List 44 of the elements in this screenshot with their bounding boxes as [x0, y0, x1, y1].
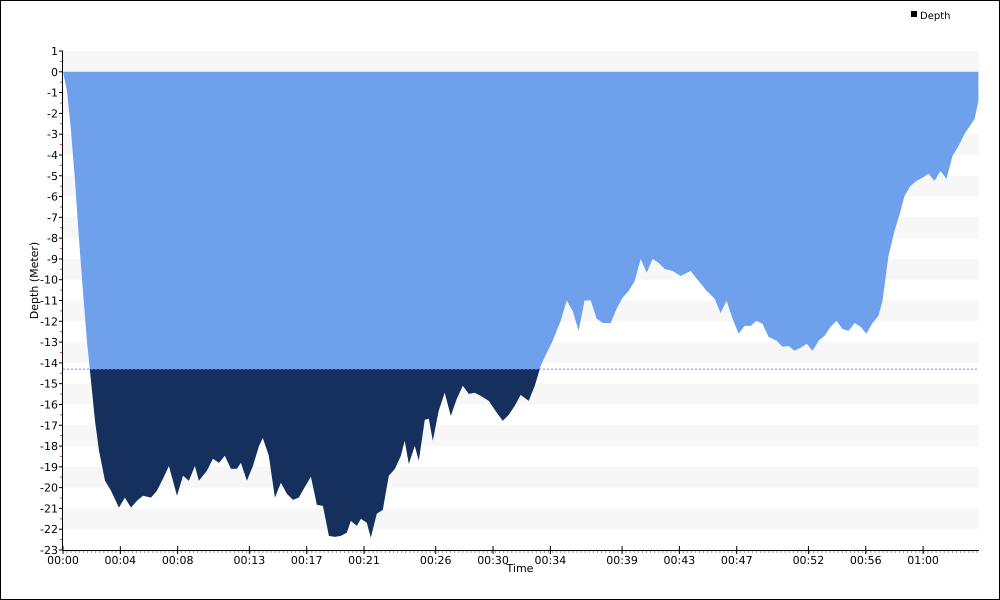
axis-tick-label: 00:21 [348, 554, 380, 567]
axis-tick-label: 00:00 [47, 554, 79, 567]
axis-tick-label: -8 [47, 232, 58, 246]
y-axis-title: Depth (Meter) [28, 242, 41, 320]
axis-tick-label: -19 [40, 460, 58, 474]
axis-tick-label: -7 [47, 211, 58, 224]
axis-tick-label: -1 [47, 86, 58, 100]
axis-tick-label: 00:08 [162, 554, 194, 567]
axis-tick-label: -15 [40, 378, 58, 391]
axis-tick-label: 00:26 [420, 554, 452, 567]
axis-tick-label: -16 [40, 398, 58, 412]
axis-tick-label: -6 [47, 190, 58, 204]
axis-tick-label: 00:13 [234, 554, 266, 567]
x-axis-title: Time [506, 562, 534, 575]
axis-tick-label: -11 [40, 294, 58, 308]
axis-tick-label: -4 [47, 148, 58, 162]
axis-tick-label: 00:47 [720, 554, 753, 567]
axis-tick-label: -14 [40, 356, 58, 370]
axis-tick-label: 1 [51, 45, 58, 58]
axis-tick-label: -20 [40, 482, 58, 495]
axis-tick-label: -9 [47, 252, 58, 266]
axis-tick-label: -22 [40, 523, 58, 536]
axis-tick-label: 00:30 [477, 554, 509, 567]
axis-tick-label: -13 [40, 336, 58, 350]
axis-tick-label: 00:17 [290, 554, 323, 567]
axis-tick-label: -5 [47, 170, 58, 183]
axis-tick-label: -18 [40, 440, 58, 454]
axis-tick-label: 0 [51, 66, 58, 79]
axis-tick-label: -12 [40, 315, 58, 328]
axis-tick-label: -23 [40, 544, 58, 557]
axis-tick-label: 00:52 [792, 554, 824, 567]
axis-tick-label: 00:04 [104, 554, 136, 567]
axis-tick-label: 00:56 [850, 554, 882, 567]
axis-tick-label: -2 [47, 107, 58, 120]
axis-tick-label: -10 [40, 274, 58, 287]
axis-tick-label: 00:39 [606, 554, 638, 567]
axis-tick-label: 00:43 [664, 554, 696, 567]
axis-tick-label: -17 [40, 419, 58, 432]
axis-tick-label: 01:00 [907, 554, 939, 567]
legend-label: Depth [920, 11, 950, 22]
axis-tick-label: -3 [47, 128, 58, 142]
axis-tick-label: -21 [40, 502, 58, 516]
legend-marker [911, 11, 917, 17]
axis-tick-label: 00:34 [534, 554, 566, 567]
